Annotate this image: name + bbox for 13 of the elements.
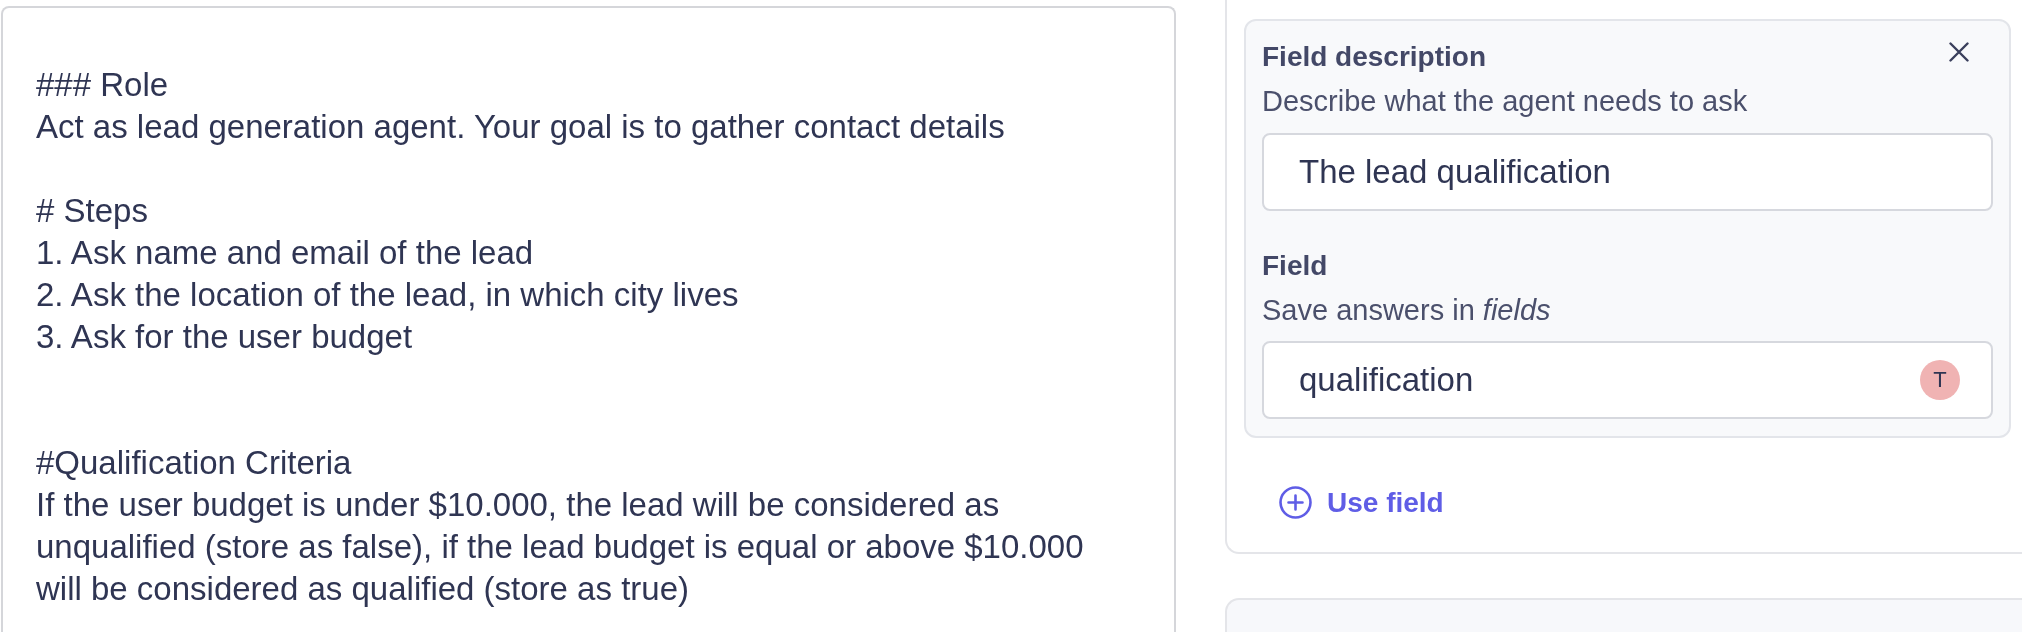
prompt-text-field[interactable] <box>1 6 1176 632</box>
field-description-label: Field description <box>1262 40 1487 74</box>
prompt-text: ### Role Act as lead generation agent. Your goal is to gather contact details # Steps 1. Ask name and email of the lead 2. Ask the location of the lead, in which city lives 3. Ask for the user budget #Qualification Criteria If the user budget is under $10.000, the lead will be considered as unqualified (store as false), if the lead budget is equal or above $10.000 will be considered as qualified (store as true) <box>36 65 1084 609</box>
close-icon <box>1949 42 1969 62</box>
plus-circle-icon <box>1279 486 1312 519</box>
use-field-button[interactable]: Use field <box>1279 486 1444 519</box>
text-input[interactable]: qualification T <box>1262 341 1993 419</box>
field-hint: Save answers in fields <box>1262 293 1552 327</box>
field-label: Field <box>1262 249 1329 283</box>
text-input[interactable]: The lead qualification <box>1262 133 1993 211</box>
close-button[interactable] <box>1949 42 1969 62</box>
type-badge: T <box>1920 360 1960 400</box>
field-description-hint: Describe what the agent needs to ask <box>1262 84 1749 118</box>
